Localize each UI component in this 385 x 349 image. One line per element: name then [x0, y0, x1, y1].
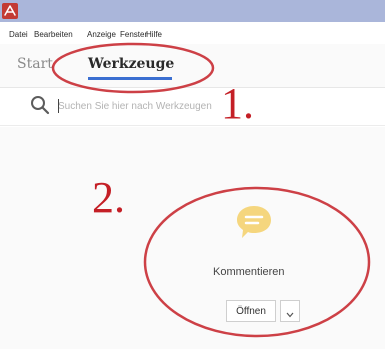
- tab-werkzeuge[interactable]: Werkzeuge: [88, 56, 174, 72]
- tool-name-label: Kommentieren: [213, 266, 285, 278]
- menu-fenster[interactable]: Fenster: [120, 30, 147, 39]
- menu-bar: Datei Bearbeiten Anzeige Fenster Hilfe: [0, 22, 385, 44]
- chevron-down-icon: [286, 312, 294, 318]
- open-options-dropdown[interactable]: [280, 300, 300, 322]
- menu-anzeige[interactable]: Anzeige: [87, 30, 116, 39]
- tab-start[interactable]: Start: [17, 56, 53, 72]
- tool-search-input[interactable]: [58, 96, 268, 116]
- menu-hilfe[interactable]: Hilfe: [146, 30, 162, 39]
- title-bar: [0, 0, 385, 22]
- search-icon: [30, 95, 50, 120]
- text-cursor: [58, 99, 59, 113]
- active-tab-indicator: [88, 77, 172, 80]
- open-tool-button[interactable]: Öffnen: [226, 300, 276, 322]
- tools-content-area: [0, 127, 385, 349]
- acrobat-logo-icon: [2, 3, 18, 19]
- menu-datei[interactable]: Datei: [9, 30, 28, 39]
- menu-bearbeiten[interactable]: Bearbeiten: [34, 30, 73, 39]
- speech-bubble-icon: [234, 202, 274, 247]
- tool-search-bar: [0, 88, 385, 126]
- tab-bar: Start Werkzeuge: [0, 44, 385, 88]
